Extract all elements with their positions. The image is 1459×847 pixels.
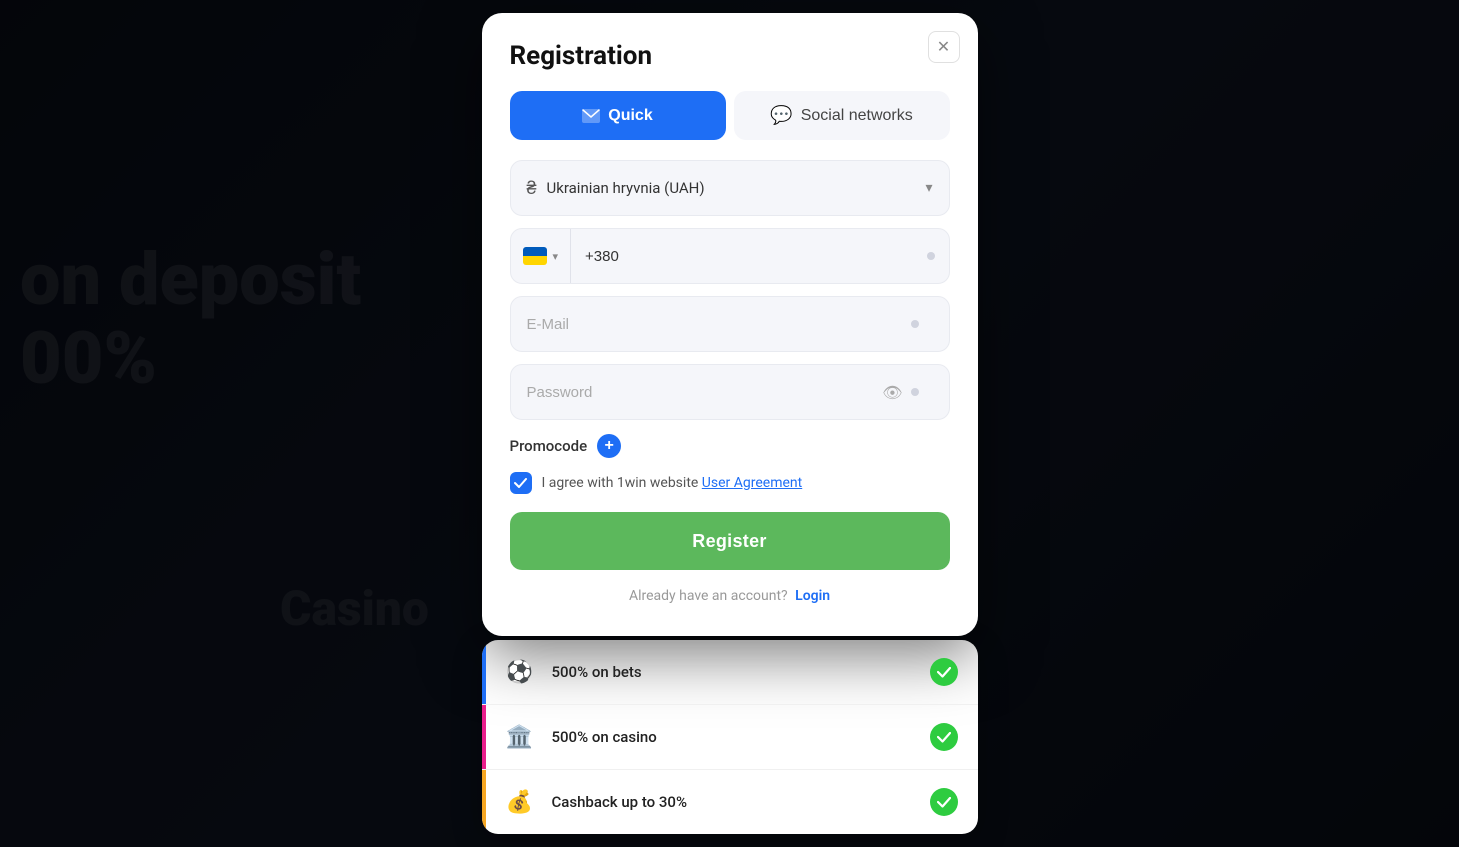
promocode-label: Promocode bbox=[510, 437, 588, 455]
modal-container: Registration ✕ Quick 💬 Social networks ₴ bbox=[482, 13, 978, 834]
casino-icon: 🏛️ bbox=[502, 719, 538, 755]
close-icon: ✕ bbox=[937, 37, 950, 57]
phone-group: ▾ bbox=[510, 228, 950, 284]
bonus-bets-item: ⚽ 500% on bets bbox=[482, 640, 978, 705]
cashback-checkmark bbox=[937, 797, 951, 808]
email-input[interactable] bbox=[527, 316, 911, 333]
user-agreement-link[interactable]: User Agreement bbox=[702, 475, 802, 491]
tab-quick-label: Quick bbox=[608, 107, 652, 125]
bonus-cashback-item: 💰 Cashback up to 30% bbox=[482, 770, 978, 834]
currency-label: Ukrainian hryvnia (UAH) bbox=[547, 179, 916, 197]
close-button[interactable]: ✕ bbox=[928, 31, 960, 63]
cashback-bonus-text: Cashback up to 30% bbox=[552, 793, 930, 811]
email-icon bbox=[582, 109, 600, 123]
password-status-dot bbox=[911, 388, 919, 396]
promocode-row: Promocode + bbox=[510, 434, 950, 458]
currency-icon: ₴ bbox=[527, 178, 537, 199]
bets-check-icon bbox=[930, 658, 958, 686]
flag-yellow bbox=[523, 256, 547, 265]
register-button[interactable]: Register bbox=[510, 512, 950, 570]
cashback-icon: 💰 bbox=[502, 784, 538, 820]
currency-group: ₴ Ukrainian hryvnia (UAH) ▾ bbox=[510, 160, 950, 216]
eye-icon[interactable]: 👁 bbox=[882, 383, 902, 402]
casino-check-icon bbox=[930, 723, 958, 751]
login-prompt: Already have an account? bbox=[629, 588, 788, 604]
bets-bonus-text: 500% on bets bbox=[552, 663, 930, 681]
agreement-row: I agree with 1win website User Agreement bbox=[510, 472, 950, 494]
phone-input[interactable] bbox=[571, 248, 926, 265]
email-status-dot bbox=[911, 320, 919, 328]
currency-select[interactable]: ₴ Ukrainian hryvnia (UAH) ▾ bbox=[510, 160, 950, 216]
cashback-check-icon bbox=[930, 788, 958, 816]
bets-icon: ⚽ bbox=[502, 654, 538, 690]
password-input[interactable] bbox=[527, 384, 883, 401]
cashback-accent-bar bbox=[482, 770, 486, 834]
casino-accent-bar bbox=[482, 705, 486, 769]
social-icon: 💬 bbox=[770, 105, 792, 126]
registration-modal: Registration ✕ Quick 💬 Social networks ₴ bbox=[482, 13, 978, 636]
bets-checkmark bbox=[937, 667, 951, 678]
bonus-panel: ⚽ 500% on bets 🏛️ 500% on casino 💰 Cashb… bbox=[482, 640, 978, 834]
casino-bonus-text: 500% on casino bbox=[552, 728, 930, 746]
email-field-wrapper bbox=[510, 296, 950, 352]
country-chevron-icon: ▾ bbox=[553, 250, 559, 263]
tab-social[interactable]: 💬 Social networks bbox=[734, 91, 950, 140]
checkmark-icon bbox=[514, 478, 527, 488]
login-row: Already have an account? Login bbox=[510, 588, 950, 604]
tab-bar: Quick 💬 Social networks bbox=[510, 91, 950, 140]
tab-quick[interactable]: Quick bbox=[510, 91, 726, 140]
login-link[interactable]: Login bbox=[795, 588, 830, 604]
tab-social-label: Social networks bbox=[801, 107, 913, 125]
password-field-wrapper: 👁 bbox=[510, 364, 950, 420]
ukraine-flag bbox=[523, 247, 547, 265]
bonus-casino-item: 🏛️ 500% on casino bbox=[482, 705, 978, 770]
promocode-add-button[interactable]: + bbox=[597, 434, 621, 458]
casino-checkmark bbox=[937, 732, 951, 743]
modal-title: Registration bbox=[510, 41, 950, 71]
bets-accent-bar bbox=[482, 640, 486, 704]
country-selector[interactable]: ▾ bbox=[511, 229, 572, 283]
phone-status-dot bbox=[927, 252, 935, 260]
password-group: 👁 bbox=[510, 364, 950, 420]
flag-blue bbox=[523, 247, 547, 256]
email-group bbox=[510, 296, 950, 352]
phone-field: ▾ bbox=[510, 228, 950, 284]
agreement-text: I agree with 1win website User Agreement bbox=[542, 475, 803, 491]
chevron-down-icon: ▾ bbox=[925, 180, 932, 196]
agreement-checkbox[interactable] bbox=[510, 472, 532, 494]
